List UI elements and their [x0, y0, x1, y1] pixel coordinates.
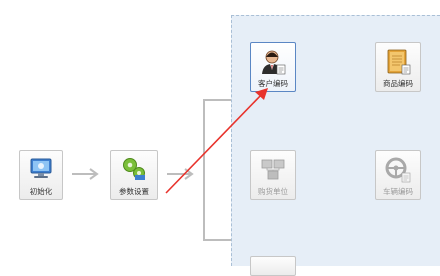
- ledger-icon: [384, 48, 412, 76]
- flow-arrow-2: [167, 168, 197, 180]
- product-code-label: 商品编码: [383, 79, 413, 88]
- customer-code-label: 客户编码: [258, 79, 288, 88]
- init-label: 初始化: [29, 187, 53, 196]
- bracket-vertical: [203, 99, 205, 241]
- more-module-tile[interactable]: [250, 256, 296, 276]
- purchase-unit-tile[interactable]: 购货单位: [250, 150, 296, 200]
- params-tile[interactable]: 参数设置: [110, 150, 158, 200]
- computer-icon: [29, 156, 53, 180]
- init-tile[interactable]: 初始化: [19, 150, 63, 200]
- user-icon: [259, 48, 287, 76]
- steering-wheel-icon: [384, 156, 412, 184]
- purchase-unit-label: 购货单位: [258, 187, 288, 196]
- flow-arrow-1: [72, 168, 102, 180]
- product-code-tile[interactable]: 商品编码: [375, 42, 421, 92]
- bracket-top: [203, 99, 231, 101]
- bracket-bottom: [203, 239, 231, 241]
- vehicle-code-tile[interactable]: 车辆编码: [375, 150, 421, 200]
- params-label: 参数设置: [119, 187, 149, 196]
- customer-code-tile[interactable]: 客户编码: [250, 42, 296, 92]
- vehicle-code-label: 车辆编码: [383, 187, 413, 196]
- network-icon: [259, 156, 287, 184]
- gears-icon: [121, 156, 147, 182]
